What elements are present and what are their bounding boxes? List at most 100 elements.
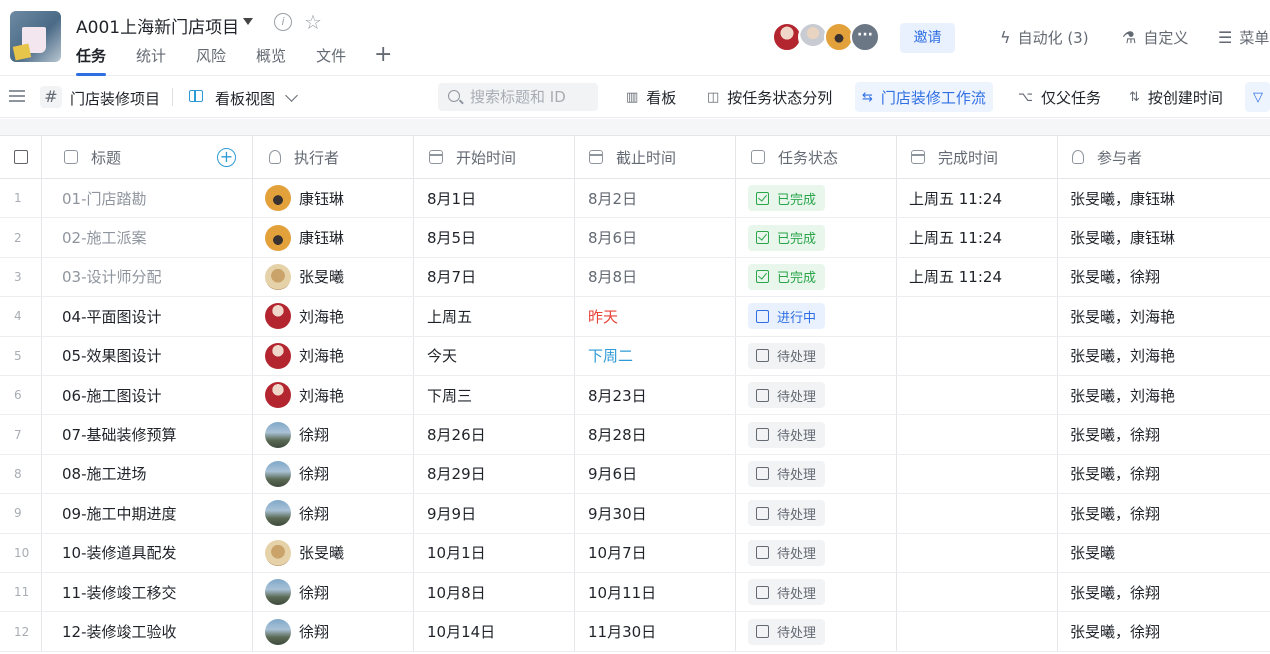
- done-time[interactable]: 上周五 11:24: [897, 257, 1058, 297]
- task-title[interactable]: 05-效果图设计: [42, 336, 253, 375]
- due-date[interactable]: 8月28日: [575, 415, 736, 454]
- due-date[interactable]: 9月30日: [575, 494, 736, 533]
- task-title[interactable]: 11-装修竣工移交: [42, 573, 253, 612]
- col-due[interactable]: 截止时间: [575, 136, 736, 178]
- assignee-cell[interactable]: 徐翔: [253, 415, 414, 454]
- assignee-cell[interactable]: 刘海艳: [253, 376, 414, 415]
- group-name[interactable]: 门店装修项目: [70, 88, 160, 109]
- due-date[interactable]: 11月30日: [575, 612, 736, 651]
- table-row[interactable]: 12 12-装修竣工验收 徐翔 10月14日 11月30日 待处理 张旻曦，徐翔: [0, 612, 1270, 652]
- workflow-button[interactable]: ⇆ 门店装修工作流: [855, 82, 993, 112]
- parent-only-button[interactable]: ⌥ 仅父任务: [1011, 82, 1108, 112]
- status-badge[interactable]: 已完成: [748, 263, 826, 290]
- task-title[interactable]: 07-基础装修预算: [42, 415, 253, 454]
- tab-overview[interactable]: 概览: [256, 45, 286, 76]
- status-cell[interactable]: 进行中: [736, 297, 897, 336]
- col-done-time[interactable]: 完成时间: [897, 136, 1058, 178]
- col-participants[interactable]: 参与者: [1058, 136, 1270, 178]
- assignee-cell[interactable]: 刘海艳: [253, 297, 414, 336]
- status-badge[interactable]: 待处理: [748, 382, 826, 409]
- task-title[interactable]: 06-施工图设计: [42, 376, 253, 415]
- table-row[interactable]: 2 02-施工派案 康钰琳 8月5日 8月6日 已完成 上周五 11:24 张旻曦，康钰琳: [0, 218, 1270, 258]
- assignee-cell[interactable]: 张旻曦: [253, 257, 414, 297]
- task-title[interactable]: 03-设计师分配: [42, 257, 253, 297]
- status-cell[interactable]: 已完成: [736, 179, 897, 218]
- col-status[interactable]: 任务状态: [736, 136, 897, 178]
- assignee-cell[interactable]: 康钰琳: [253, 218, 414, 257]
- done-time[interactable]: [897, 454, 1058, 494]
- sort-by-created-button[interactable]: ⇅ 按创建时间: [1122, 82, 1230, 112]
- start-date[interactable]: 8月5日: [414, 218, 575, 257]
- status-cell[interactable]: 待处理: [736, 573, 897, 612]
- due-date[interactable]: 8月23日: [575, 376, 736, 415]
- done-time[interactable]: 上周五 11:24: [897, 179, 1058, 218]
- view-selector[interactable]: 看板视图: [215, 88, 275, 109]
- assignee-cell[interactable]: 徐翔: [253, 454, 414, 494]
- start-date[interactable]: 今天: [414, 336, 575, 375]
- participants[interactable]: 张旻曦，刘海艳: [1058, 297, 1270, 335]
- due-date[interactable]: 8月6日: [575, 218, 736, 257]
- project-title[interactable]: A001上海新门店项目: [76, 13, 239, 38]
- done-time[interactable]: [897, 376, 1058, 415]
- done-time[interactable]: [897, 336, 1058, 375]
- assignee-cell[interactable]: 康钰琳: [253, 179, 414, 218]
- task-title[interactable]: 01-门店踏勘: [42, 179, 253, 218]
- select-all-checkbox[interactable]: [13, 150, 28, 164]
- status-cell[interactable]: 待处理: [736, 533, 897, 572]
- project-cover-image[interactable]: [10, 11, 61, 62]
- assignee-cell[interactable]: 张旻曦: [253, 533, 414, 572]
- caret-down-icon[interactable]: [243, 18, 253, 25]
- col-assignee[interactable]: 执行者: [253, 136, 414, 178]
- due-date[interactable]: 10月11日: [575, 573, 736, 612]
- search-input[interactable]: [470, 87, 594, 107]
- participants[interactable]: 张旻曦，徐翔: [1058, 415, 1270, 453]
- status-cell[interactable]: 待处理: [736, 336, 897, 375]
- status-badge[interactable]: 待处理: [748, 342, 826, 369]
- task-title[interactable]: 10-装修道具配发: [42, 533, 253, 572]
- status-cell[interactable]: 已完成: [736, 257, 897, 297]
- participants[interactable]: 张旻曦: [1058, 534, 1270, 572]
- table-row[interactable]: 7 07-基础装修预算 徐翔 8月26日 8月28日 待处理 张旻曦，徐翔: [0, 415, 1270, 455]
- search-box[interactable]: [438, 83, 598, 111]
- task-title[interactable]: 04-平面图设计: [42, 297, 253, 336]
- table-row[interactable]: 5 05-效果图设计 刘海艳 今天 下周二 待处理 张旻曦，刘海艳: [0, 336, 1270, 376]
- add-tab-icon[interactable]: +: [374, 42, 392, 67]
- status-badge[interactable]: 待处理: [748, 579, 826, 606]
- task-title[interactable]: 08-施工进场: [42, 454, 253, 494]
- done-time[interactable]: [897, 297, 1058, 336]
- status-cell[interactable]: 已完成: [736, 218, 897, 257]
- start-date[interactable]: 8月7日: [414, 257, 575, 297]
- table-row[interactable]: 6 06-施工图设计 刘海艳 下周三 8月23日 待处理 张旻曦，刘海艳: [0, 376, 1270, 416]
- status-badge[interactable]: 待处理: [748, 421, 826, 448]
- tab-tasks[interactable]: 任务: [76, 45, 107, 76]
- start-date[interactable]: 10月14日: [414, 612, 575, 651]
- status-badge[interactable]: 待处理: [748, 539, 826, 566]
- due-date[interactable]: 10月7日: [575, 533, 736, 572]
- participants[interactable]: 张旻曦，康钰琳: [1058, 218, 1270, 256]
- assignee-cell[interactable]: 徐翔: [253, 494, 414, 533]
- status-cell[interactable]: 待处理: [736, 415, 897, 454]
- start-date[interactable]: 8月1日: [414, 179, 575, 218]
- table-row[interactable]: 1 01-门店踏勘 康钰琳 8月1日 8月2日 已完成 上周五 11:24 张旻曦，康钰琳: [0, 179, 1270, 219]
- due-date[interactable]: 下周二: [575, 336, 736, 375]
- status-badge[interactable]: 待处理: [748, 460, 826, 487]
- due-date[interactable]: 9月6日: [575, 454, 736, 494]
- start-date[interactable]: 8月26日: [414, 415, 575, 454]
- done-time[interactable]: [897, 573, 1058, 612]
- customize-button[interactable]: ⚗ 自定义: [1122, 27, 1188, 48]
- participants[interactable]: 张旻曦，刘海艳: [1058, 337, 1270, 375]
- star-icon[interactable]: ☆: [304, 10, 322, 34]
- col-start[interactable]: 开始时间: [414, 136, 575, 178]
- table-row[interactable]: 9 09-施工中期进度 徐翔 9月9日 9月30日 待处理 张旻曦，徐翔: [0, 494, 1270, 534]
- automation-button[interactable]: ϟ 自动化 (3): [1000, 27, 1089, 48]
- assignee-cell[interactable]: 徐翔: [253, 612, 414, 651]
- table-row[interactable]: 4 04-平面图设计 刘海艳 上周五 昨天 进行中 张旻曦，刘海艳: [0, 297, 1270, 337]
- filter-button[interactable]: ▽: [1245, 82, 1270, 112]
- done-time[interactable]: [897, 415, 1058, 454]
- assignee-cell[interactable]: 刘海艳: [253, 336, 414, 375]
- participants[interactable]: 张旻曦，康钰琳: [1058, 179, 1270, 217]
- start-date[interactable]: 上周五: [414, 297, 575, 336]
- tab-stats[interactable]: 统计: [136, 45, 166, 76]
- due-date[interactable]: 昨天: [575, 297, 736, 336]
- done-time[interactable]: [897, 494, 1058, 533]
